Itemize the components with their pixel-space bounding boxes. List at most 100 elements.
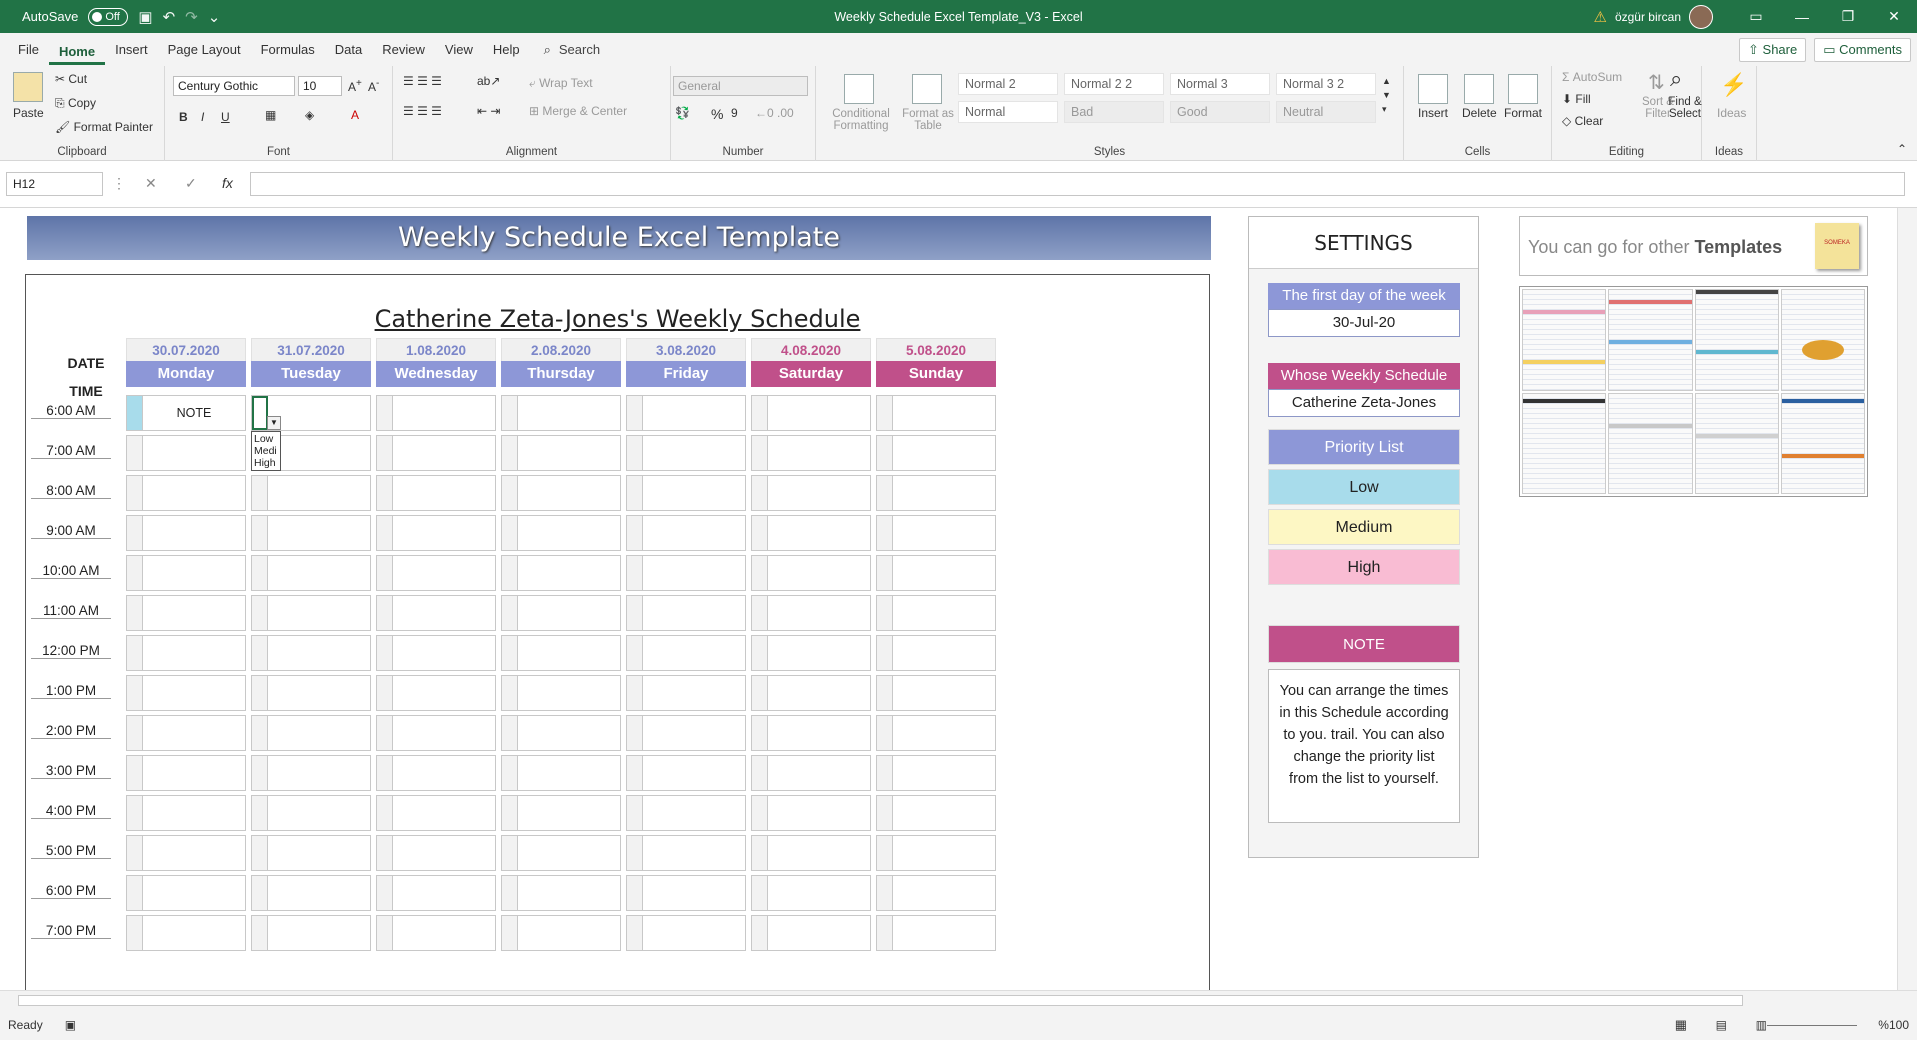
slot-text[interactable]	[768, 476, 870, 510]
priority-cell[interactable]	[127, 436, 143, 470]
tab-data[interactable]: Data	[325, 33, 372, 66]
priority-cell[interactable]	[377, 636, 393, 670]
schedule-slot[interactable]	[251, 595, 371, 631]
slot-text[interactable]	[143, 556, 245, 590]
dropdown-option[interactable]: Medi	[254, 445, 278, 457]
slot-text[interactable]: NOTE	[143, 396, 245, 430]
schedule-slot[interactable]	[501, 435, 621, 471]
schedule-slot[interactable]	[876, 595, 996, 631]
schedule-slot[interactable]	[626, 915, 746, 951]
slot-text[interactable]	[143, 876, 245, 910]
slot-text[interactable]	[143, 836, 245, 870]
priority-cell[interactable]	[877, 516, 893, 550]
schedule-slot[interactable]	[626, 875, 746, 911]
priority-cell[interactable]	[627, 876, 643, 910]
schedule-slot[interactable]	[501, 915, 621, 951]
schedule-slot[interactable]	[876, 795, 996, 831]
schedule-slot[interactable]	[876, 755, 996, 791]
priority-cell[interactable]	[502, 516, 518, 550]
slot-text[interactable]	[768, 396, 870, 430]
priority-cell[interactable]	[627, 756, 643, 790]
schedule-slot[interactable]	[876, 635, 996, 671]
slot-text[interactable]	[768, 556, 870, 590]
schedule-slot[interactable]	[376, 635, 496, 671]
priority-cell[interactable]	[752, 396, 768, 430]
styles-scroll-icon[interactable]: ▲ ▼ ▾	[1382, 74, 1391, 116]
autosum-button[interactable]: Σ AutoSum	[1562, 70, 1622, 84]
shrink-font-icon[interactable]: A-	[368, 78, 379, 94]
tab-formulas[interactable]: Formulas	[251, 33, 325, 66]
formula-input[interactable]	[250, 172, 1905, 196]
schedule-slot[interactable]	[376, 555, 496, 591]
slot-text[interactable]	[143, 796, 245, 830]
slot-text[interactable]	[893, 716, 995, 750]
templates-link[interactable]: You can go for other Templates SOMEKA	[1519, 216, 1868, 276]
slot-text[interactable]	[393, 876, 495, 910]
slot-text[interactable]	[518, 476, 620, 510]
slot-text[interactable]	[518, 636, 620, 670]
currency-icon[interactable]: 💱	[675, 106, 690, 120]
schedule-slot[interactable]: NOTE	[126, 395, 246, 431]
schedule-slot[interactable]	[501, 515, 621, 551]
slot-text[interactable]	[518, 676, 620, 710]
priority-cell[interactable]	[877, 756, 893, 790]
schedule-slot[interactable]	[251, 515, 371, 551]
priority-cell[interactable]	[627, 836, 643, 870]
format-as-table-icon[interactable]	[912, 74, 942, 104]
page-layout-view-icon[interactable]: ▤	[1716, 1018, 1727, 1032]
priority-cell[interactable]	[752, 916, 768, 950]
schedule-slot[interactable]	[126, 555, 246, 591]
priority-dropdown-list[interactable]: Low Medi High	[251, 431, 281, 471]
tab-home[interactable]: Home	[48, 35, 106, 65]
font-size-select[interactable]: 10	[298, 76, 342, 96]
schedule-slot[interactable]	[751, 435, 871, 471]
schedule-slot[interactable]	[876, 915, 996, 951]
slot-text[interactable]	[268, 596, 370, 630]
template-thumbnails[interactable]	[1519, 286, 1868, 497]
clear-button[interactable]: ◇ Clear	[1562, 114, 1603, 128]
align-top-icon[interactable]: ☰ ☰ ☰	[403, 74, 442, 88]
minimize-button[interactable]: —	[1779, 9, 1825, 25]
schedule-slot[interactable]	[501, 635, 621, 671]
schedule-slot[interactable]	[751, 835, 871, 871]
priority-cell[interactable]	[877, 556, 893, 590]
thumbnail[interactable]	[1522, 289, 1607, 391]
italic-button[interactable]: I	[201, 110, 204, 124]
slot-text[interactable]	[393, 556, 495, 590]
slot-text[interactable]	[143, 516, 245, 550]
priority-cell[interactable]	[502, 876, 518, 910]
priority-cell[interactable]	[127, 396, 143, 430]
decimal-icon[interactable]: ←0 .00	[755, 106, 794, 120]
schedule-slot[interactable]	[876, 715, 996, 751]
ideas-button[interactable]: Ideas	[1717, 106, 1746, 120]
schedule-slot[interactable]	[376, 515, 496, 551]
priority-cell[interactable]	[377, 396, 393, 430]
schedule-slot[interactable]	[376, 835, 496, 871]
slot-text[interactable]	[268, 756, 370, 790]
priority-cell[interactable]	[377, 716, 393, 750]
slot-text[interactable]	[768, 436, 870, 470]
slot-text[interactable]	[768, 516, 870, 550]
slot-text[interactable]	[768, 876, 870, 910]
tab-page-layout[interactable]: Page Layout	[158, 33, 251, 66]
slot-text[interactable]	[143, 716, 245, 750]
schedule-slot[interactable]	[501, 875, 621, 911]
priority-cell[interactable]	[627, 716, 643, 750]
schedule-slot[interactable]	[126, 675, 246, 711]
insert-function-icon[interactable]: fx	[222, 175, 233, 191]
delete-cells-button[interactable]: Delete	[1462, 106, 1497, 120]
slot-text[interactable]	[268, 516, 370, 550]
slot-text[interactable]	[393, 596, 495, 630]
priority-cell[interactable]	[252, 636, 268, 670]
priority-high[interactable]: High	[1268, 549, 1460, 585]
schedule-slot[interactable]	[751, 475, 871, 511]
percent-icon[interactable]: %	[711, 106, 723, 122]
schedule-slot[interactable]	[501, 555, 621, 591]
priority-cell[interactable]	[502, 716, 518, 750]
delete-cells-icon[interactable]	[1464, 74, 1494, 104]
zoom-level[interactable]: %100	[1878, 1018, 1909, 1032]
schedule-slot[interactable]	[751, 595, 871, 631]
align-left-icon[interactable]: ☰ ☰ ☰	[403, 104, 442, 118]
priority-cell[interactable]	[127, 716, 143, 750]
schedule-slot[interactable]	[751, 635, 871, 671]
